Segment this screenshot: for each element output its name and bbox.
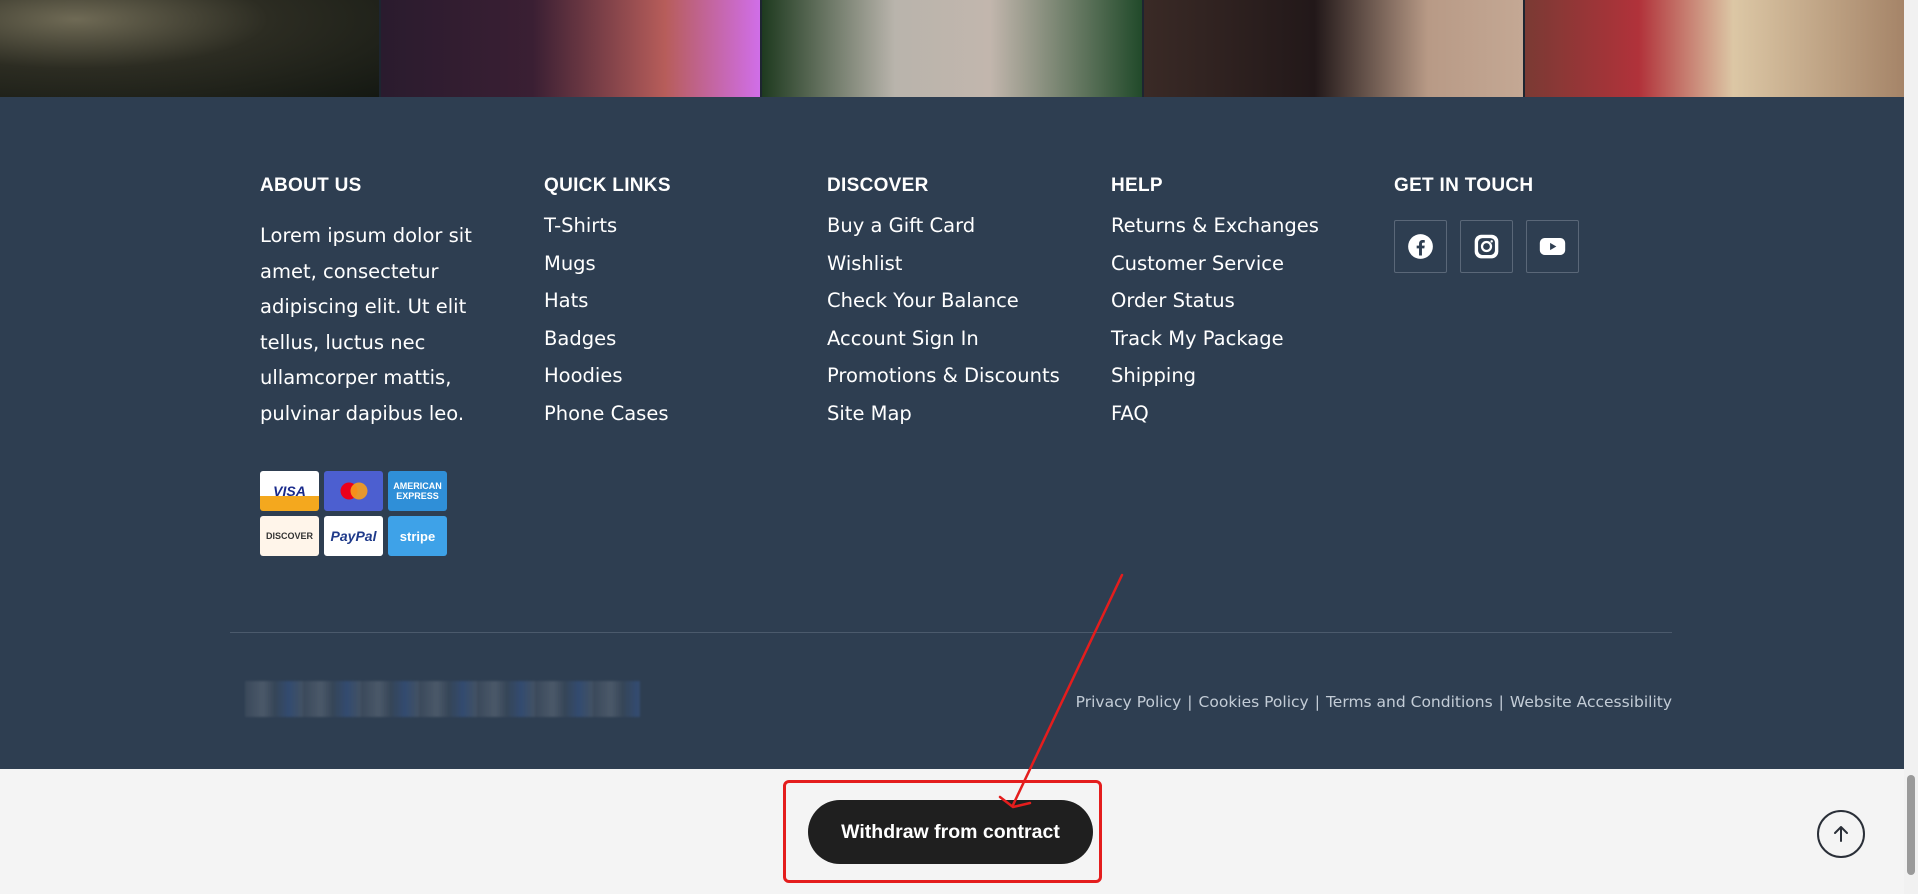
footer-link-promotions[interactable]: Promotions & Discounts [827, 363, 1060, 401]
instagram-button[interactable] [1460, 220, 1513, 273]
about-text: Lorem ipsum dolor sit amet, consectetur … [260, 224, 472, 425]
footer-link-wishlist[interactable]: Wishlist [827, 251, 1060, 289]
footer-about-column: ABOUT US Lorem ipsum dolor sit amet, con… [260, 175, 505, 431]
instagram-icon [1474, 234, 1499, 259]
footer-link-check-balance[interactable]: Check Your Balance [827, 288, 1060, 326]
footer-link-hats[interactable]: Hats [544, 288, 671, 326]
footer-heading-discover: DISCOVER [827, 175, 929, 196]
site-footer: ABOUT US Lorem ipsum dolor sit amet, con… [0, 97, 1904, 769]
page-scrollbar[interactable] [1904, 0, 1918, 894]
footer-link-phone-cases[interactable]: Phone Cases [544, 401, 671, 439]
footer-heading-help: HELP [1111, 175, 1163, 196]
footer-link-customer-service[interactable]: Customer Service [1111, 251, 1319, 289]
footer-link-t-shirts[interactable]: T-Shirts [544, 213, 671, 251]
legal-separator: | [1187, 693, 1193, 711]
privacy-policy-link[interactable]: Privacy Policy [1076, 693, 1182, 711]
gallery-photo[interactable] [762, 0, 1144, 97]
legal-separator: | [1314, 693, 1320, 711]
legal-separator: | [1498, 693, 1504, 711]
footer-link-gift-card[interactable]: Buy a Gift Card [827, 213, 1060, 251]
terms-link[interactable]: Terms and Conditions [1326, 693, 1493, 711]
youtube-icon [1539, 238, 1566, 255]
visa-card-icon: VISA [260, 471, 319, 511]
cookies-policy-link[interactable]: Cookies Policy [1199, 693, 1309, 711]
scrollbar-thumb[interactable] [1907, 775, 1915, 875]
footer-heading-get-in-touch: GET IN TOUCH [1394, 175, 1534, 196]
stripe-icon: stripe [388, 516, 447, 556]
footer-link-returns[interactable]: Returns & Exchanges [1111, 213, 1319, 251]
footer-link-site-map[interactable]: Site Map [827, 401, 1060, 439]
withdraw-from-contract-button[interactable]: Withdraw from contract [808, 800, 1093, 864]
paypal-icon: PayPal [324, 516, 383, 556]
accessibility-link[interactable]: Website Accessibility [1510, 693, 1672, 711]
copyright-redacted [245, 681, 640, 717]
legal-links: Privacy Policy | Cookies Policy | Terms and … [1076, 693, 1672, 711]
social-links [1394, 220, 1579, 273]
footer-link-hoodies[interactable]: Hoodies [544, 363, 671, 401]
scroll-to-top-button[interactable] [1817, 810, 1865, 858]
youtube-button[interactable] [1526, 220, 1579, 273]
footer-heading-about: ABOUT US [260, 175, 362, 196]
footer-quick-links-column: QUICK LINKS T-Shirts Mugs Hats Badges Ho… [544, 175, 671, 439]
instagram-gallery [0, 0, 1905, 97]
gallery-photo[interactable] [0, 0, 382, 97]
footer-link-account-sign-in[interactable]: Account Sign In [827, 326, 1060, 364]
gallery-photo[interactable] [1143, 0, 1525, 97]
footer-link-shipping[interactable]: Shipping [1111, 363, 1319, 401]
gallery-photo[interactable] [381, 0, 763, 97]
arrow-up-icon [1834, 826, 1848, 842]
footer-link-faq[interactable]: FAQ [1111, 401, 1319, 439]
footer-link-order-status[interactable]: Order Status [1111, 288, 1319, 326]
mastercard-icon [324, 471, 383, 511]
footer-link-badges[interactable]: Badges [544, 326, 671, 364]
discover-card-icon: DISCOVER [260, 516, 319, 556]
footer-link-mugs[interactable]: Mugs [544, 251, 671, 289]
facebook-icon [1408, 234, 1433, 259]
facebook-button[interactable] [1394, 220, 1447, 273]
footer-get-in-touch-column: GET IN TOUCH [1394, 175, 1579, 273]
footer-help-column: HELP Returns & Exchanges Customer Servic… [1111, 175, 1319, 439]
payment-methods: VISA AMERICAN EXPRESS DISCOVER PayPal st… [260, 471, 447, 556]
footer-link-track-package[interactable]: Track My Package [1111, 326, 1319, 364]
footer-heading-quick-links: QUICK LINKS [544, 175, 671, 196]
footer-discover-column: DISCOVER Buy a Gift Card Wishlist Check … [827, 175, 1060, 439]
amex-card-icon: AMERICAN EXPRESS [388, 471, 447, 511]
gallery-photo[interactable] [1524, 0, 1905, 97]
footer-divider [230, 632, 1672, 633]
